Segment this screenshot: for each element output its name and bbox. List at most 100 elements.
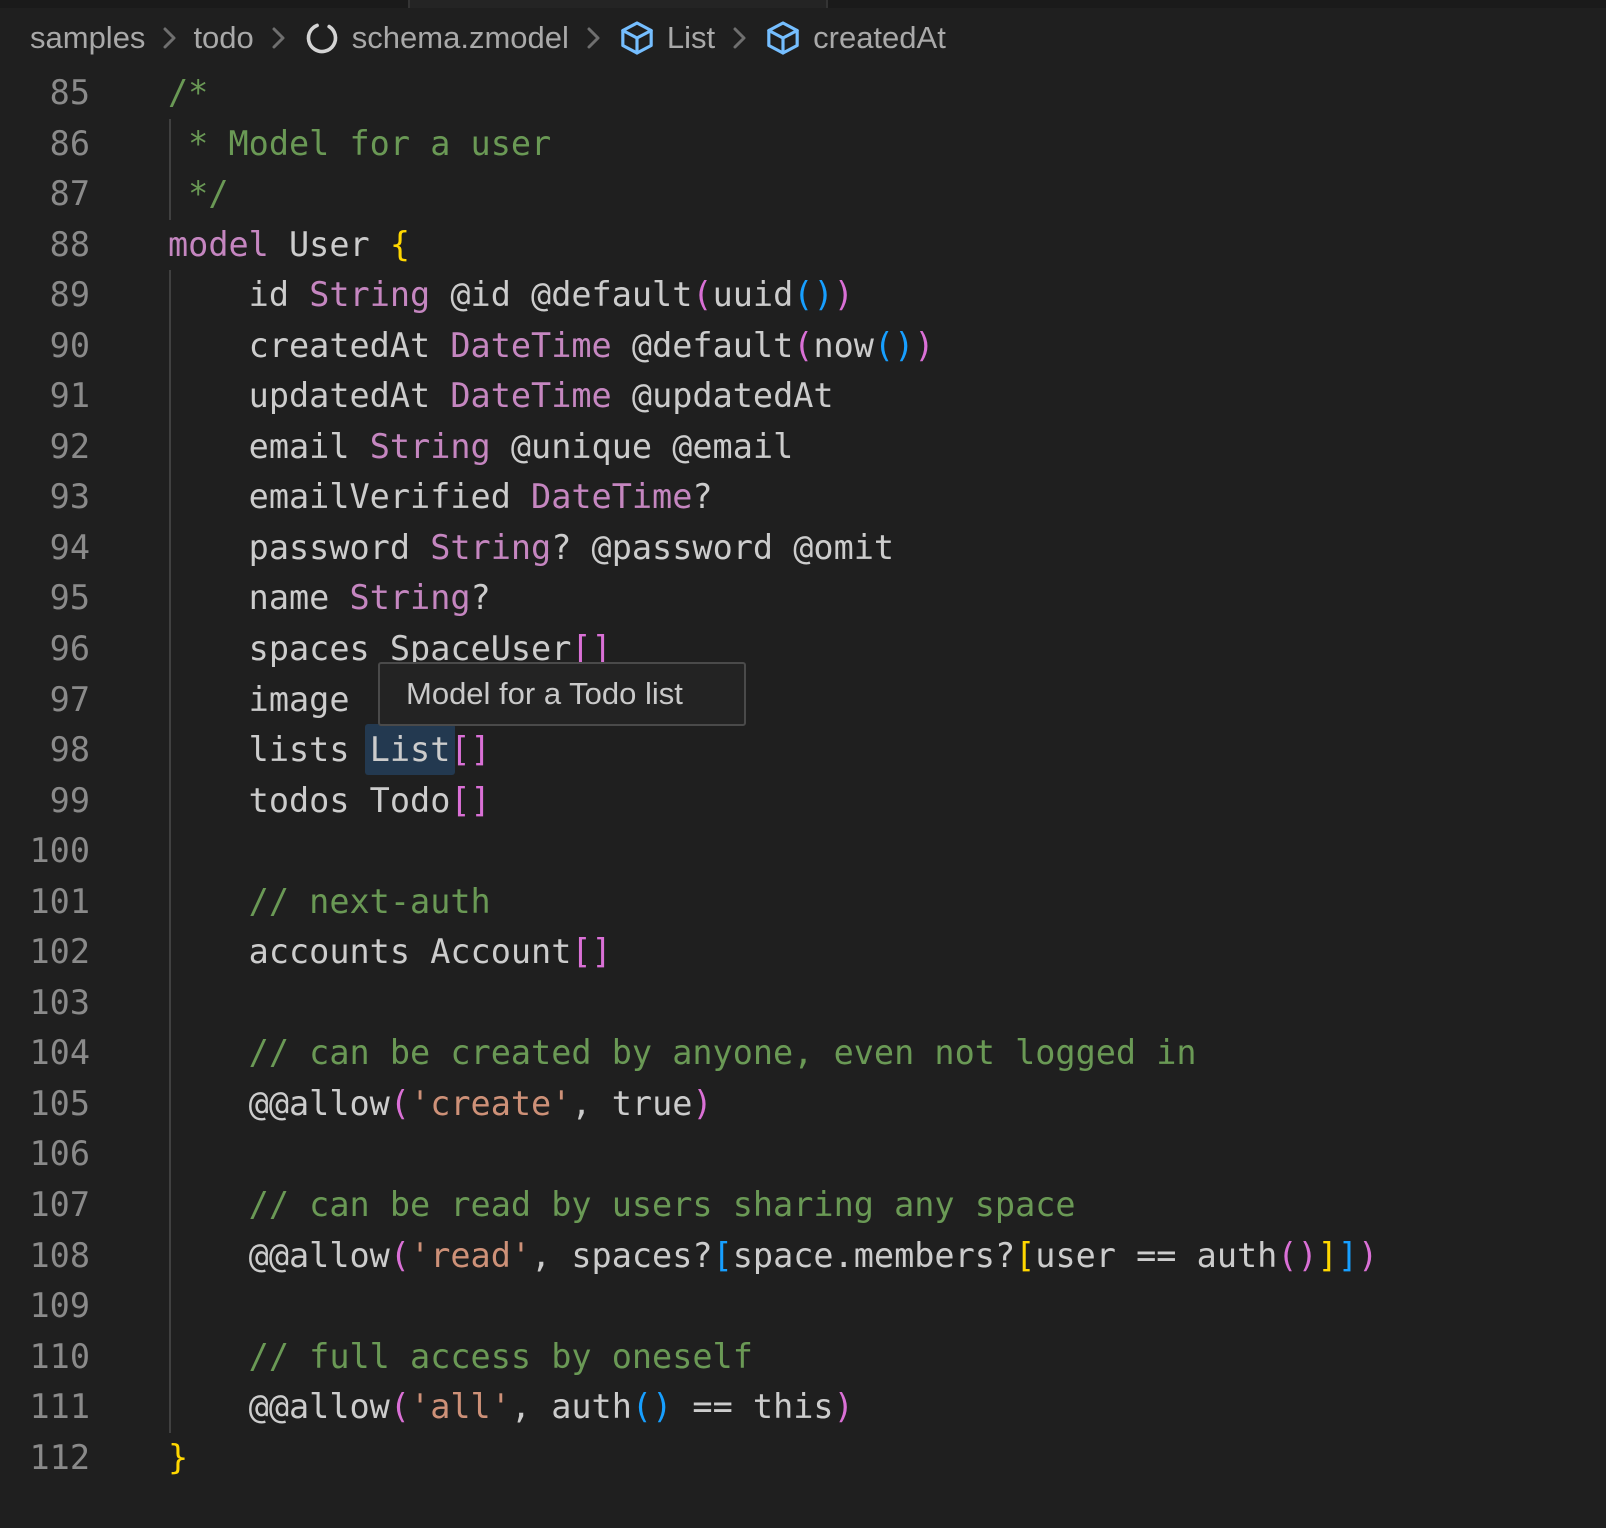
line-number[interactable]: 86 bbox=[0, 119, 90, 170]
breadcrumb-item-symbol-list[interactable]: List bbox=[617, 18, 715, 58]
line-number[interactable]: 110 bbox=[0, 1332, 90, 1383]
chevron-right-icon bbox=[582, 21, 604, 55]
code-line[interactable]: 101 // next-auth bbox=[0, 877, 1606, 928]
breadcrumb-item-todo[interactable]: todo bbox=[193, 20, 253, 56]
code-line[interactable]: 109 bbox=[0, 1281, 1606, 1332]
code-token: ) bbox=[914, 326, 934, 365]
line-number[interactable]: 112 bbox=[0, 1433, 90, 1484]
code-line[interactable]: 87 */ bbox=[0, 169, 1606, 220]
code-text: // full access by oneself bbox=[90, 1332, 1606, 1383]
line-number[interactable]: 100 bbox=[0, 826, 90, 877]
code-line[interactable]: 98 lists List[] bbox=[0, 725, 1606, 776]
code-token: image bbox=[168, 680, 350, 719]
line-number[interactable]: 88 bbox=[0, 220, 90, 271]
loading-spinner-icon bbox=[302, 18, 342, 58]
chevron-right-icon bbox=[158, 21, 180, 55]
code-token: * Model for a user bbox=[168, 124, 551, 163]
code-line[interactable]: 85/* bbox=[0, 68, 1606, 119]
breadcrumb-item-file[interactable]: schema.zmodel bbox=[302, 18, 569, 58]
code-token: updatedAt bbox=[168, 376, 450, 415]
code-token: ? bbox=[471, 578, 491, 617]
code-text: lists List[] bbox=[90, 725, 1606, 776]
symbol-cube-icon bbox=[763, 18, 803, 58]
code-line[interactable]: 105 @@allow('create', true) bbox=[0, 1079, 1606, 1130]
code-text: image bbox=[90, 675, 1606, 726]
chevron-right-icon bbox=[267, 21, 289, 55]
code-line[interactable]: 111 @@allow('all', auth() == this) bbox=[0, 1382, 1606, 1433]
code-token: ] bbox=[1318, 1236, 1338, 1275]
code-line[interactable]: 90 createdAt DateTime @default(now()) bbox=[0, 321, 1606, 372]
hover-tooltip-text: Model for a Todo list bbox=[406, 676, 683, 712]
line-number[interactable]: 89 bbox=[0, 270, 90, 321]
line-number[interactable]: 102 bbox=[0, 927, 90, 978]
code-token: // next-auth bbox=[168, 882, 491, 921]
code-token: now bbox=[813, 326, 874, 365]
code-token: DateTime bbox=[531, 477, 692, 516]
code-text bbox=[90, 1129, 1606, 1180]
line-number[interactable]: 87 bbox=[0, 169, 90, 220]
code-line[interactable]: 110 // full access by oneself bbox=[0, 1332, 1606, 1383]
code-token: accounts Account bbox=[168, 932, 571, 971]
line-number[interactable]: 97 bbox=[0, 675, 90, 726]
line-number[interactable]: 105 bbox=[0, 1079, 90, 1130]
tab-separator bbox=[408, 0, 410, 8]
line-number[interactable]: 90 bbox=[0, 321, 90, 372]
code-token: [ bbox=[713, 1236, 733, 1275]
code-line[interactable]: 106 bbox=[0, 1129, 1606, 1180]
code-line[interactable]: 88model User { bbox=[0, 220, 1606, 271]
code-line[interactable]: 89 id String @id @default(uuid()) bbox=[0, 270, 1606, 321]
line-number[interactable]: 106 bbox=[0, 1129, 90, 1180]
line-number[interactable]: 99 bbox=[0, 776, 90, 827]
line-number[interactable]: 95 bbox=[0, 573, 90, 624]
code-editor[interactable]: 85/*86 * Model for a user87 */88model Us… bbox=[0, 68, 1606, 1483]
line-number[interactable]: 108 bbox=[0, 1231, 90, 1282]
code-text: spaces SpaceUser[] bbox=[90, 624, 1606, 675]
line-number[interactable]: 93 bbox=[0, 472, 90, 523]
breadcrumb-item-samples[interactable]: samples bbox=[30, 20, 145, 56]
breadcrumb-label: List bbox=[667, 20, 715, 56]
line-number[interactable]: 109 bbox=[0, 1281, 90, 1332]
code-token: User bbox=[269, 225, 390, 264]
code-text: } bbox=[90, 1433, 1606, 1484]
code-line[interactable]: 95 name String? bbox=[0, 573, 1606, 624]
line-number[interactable]: 92 bbox=[0, 422, 90, 473]
code-line[interactable]: 103 bbox=[0, 978, 1606, 1029]
code-line[interactable]: 97 image bbox=[0, 675, 1606, 726]
code-line[interactable]: 99 todos Todo[] bbox=[0, 776, 1606, 827]
code-token: email bbox=[168, 427, 370, 466]
code-token: user == auth bbox=[1035, 1236, 1277, 1275]
line-number[interactable]: 103 bbox=[0, 978, 90, 1029]
code-token: @default bbox=[612, 326, 794, 365]
line-number[interactable]: 96 bbox=[0, 624, 90, 675]
code-line[interactable]: 108 @@allow('read', spaces?[space.member… bbox=[0, 1231, 1606, 1282]
line-number[interactable]: 91 bbox=[0, 371, 90, 422]
code-line[interactable]: 93 emailVerified DateTime? bbox=[0, 472, 1606, 523]
code-line[interactable]: 86 * Model for a user bbox=[0, 119, 1606, 170]
code-line[interactable]: 91 updatedAt DateTime @updatedAt bbox=[0, 371, 1606, 422]
code-token: ? bbox=[692, 477, 712, 516]
code-line[interactable]: 102 accounts Account[] bbox=[0, 927, 1606, 978]
code-line[interactable]: 100 bbox=[0, 826, 1606, 877]
code-token: String bbox=[370, 427, 491, 466]
code-token: lists bbox=[168, 730, 370, 769]
line-number[interactable]: 85 bbox=[0, 68, 90, 119]
line-number[interactable]: 107 bbox=[0, 1180, 90, 1231]
code-line[interactable]: 104 // can be created by anyone, even no… bbox=[0, 1028, 1606, 1079]
code-token: @unique @email bbox=[491, 427, 794, 466]
code-line[interactable]: 96 spaces SpaceUser[] bbox=[0, 624, 1606, 675]
line-number[interactable]: 98 bbox=[0, 725, 90, 776]
code-line[interactable]: 107 // can be read by users sharing any … bbox=[0, 1180, 1606, 1231]
code-token: ) bbox=[894, 326, 914, 365]
breadcrumb-label: todo bbox=[193, 20, 253, 56]
breadcrumb-item-symbol-createdat[interactable]: createdAt bbox=[763, 18, 946, 58]
line-number[interactable]: 104 bbox=[0, 1028, 90, 1079]
line-number[interactable]: 111 bbox=[0, 1382, 90, 1433]
code-line[interactable]: 112} bbox=[0, 1433, 1606, 1484]
code-line[interactable]: 92 email String @unique @email bbox=[0, 422, 1606, 473]
code-token: ( bbox=[793, 275, 813, 314]
code-token: @updatedAt bbox=[612, 376, 834, 415]
code-line[interactable]: 94 password String? @password @omit bbox=[0, 523, 1606, 574]
line-number[interactable]: 101 bbox=[0, 877, 90, 928]
line-number[interactable]: 94 bbox=[0, 523, 90, 574]
code-text: email String @unique @email bbox=[90, 422, 1606, 473]
